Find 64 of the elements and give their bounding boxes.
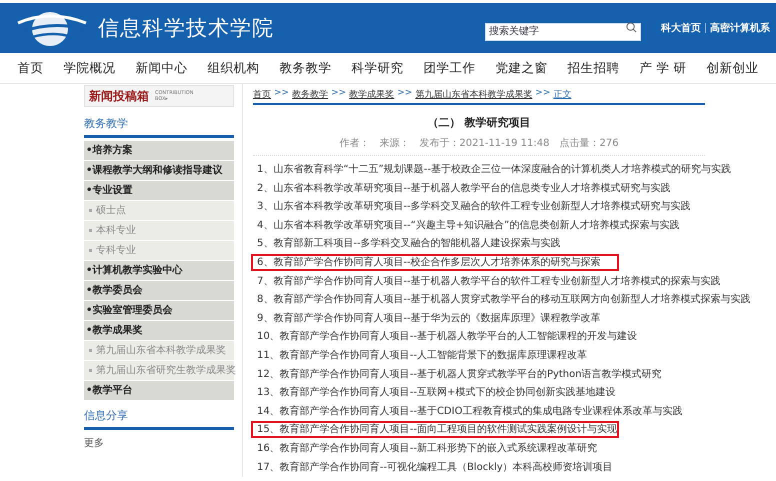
list-item: 14、教育部产学合作协同育人项目--基于CDIO工程教育模式的集成电路专业课程体系改革与实践 <box>256 404 684 419</box>
nav-link[interactable]: 教务教学 <box>270 60 342 76</box>
menu-item[interactable]: •实验室管理委员会 <box>84 301 234 320</box>
site-title: 信息科学技术学院 <box>98 15 274 42</box>
nav-link[interactable]: 创新创业 <box>696 60 768 76</box>
breadcrumb-separator: >> <box>397 88 412 100</box>
header-link[interactable]: 高密计算机系 <box>710 21 770 35</box>
search-icon[interactable] <box>626 22 637 33</box>
nav-link[interactable]: 学院概况 <box>54 60 126 76</box>
article-meta: 发布于：2021-11-19 11:48 <box>419 137 550 150</box>
menu-item[interactable]: •计算机教学实验中心 <box>84 261 234 280</box>
search-field[interactable]: 搜索关键字 <box>485 22 641 40</box>
bullet-icon <box>89 249 92 252</box>
nav-link[interactable]: 新闻中心 <box>126 60 198 76</box>
menu-item[interactable]: •课程教学大纲和修读指导建议 <box>84 161 234 180</box>
section-title: 教务教学 <box>84 114 234 138</box>
menu-item[interactable]: •培养方案 <box>84 141 234 160</box>
menu-item[interactable]: •教学委员会 <box>84 281 234 300</box>
article-meta: 来源： <box>379 136 410 150</box>
bullet-icon <box>89 209 92 212</box>
menu-item[interactable]: •教学成果奖 <box>84 321 234 340</box>
list-item: 9、教育部产学合作协同育人项目--基于华为云的《数据库原理》课程教学改革 <box>256 312 602 326</box>
breadcrumb-link[interactable]: 正文 <box>553 88 572 101</box>
nav-link[interactable]: 科学研究 <box>342 60 414 76</box>
breadcrumb-link[interactable]: 教学成果奖 <box>349 88 394 101</box>
article-title: （二） 教学研究项目 <box>426 115 532 131</box>
article-meta: 点击量：276 <box>560 136 619 150</box>
list-item: 10、教育部产学合作协同育人项目--基于机器人教学平台的人工智能课程的开发与建设 <box>256 330 638 344</box>
list-item: 8、教育部产学合作协同育人项目--基于机器人贯穿式教学平台的移动互联网方向创新型人才培养模式探索与实践 <box>256 292 752 308</box>
breadcrumb-separator: >> <box>331 88 346 100</box>
breadcrumb-link[interactable]: 首页 <box>253 88 271 101</box>
more-link[interactable]: 更多 <box>84 436 234 450</box>
breadcrumb-link[interactable]: 第九届山东省本科教学成果奖 <box>415 88 532 101</box>
list-item: 12、教育部产学合作协同育人项目--基于机器人贯穿式教学平台的Python语言教学模式研究 <box>256 368 663 382</box>
nav-link[interactable]: 产 学 研 <box>630 60 696 76</box>
list-item: 17、教育部产学合作协同育--可视化编程工具（Blockly）本科高校师资培训项目 <box>256 460 614 474</box>
list-item: 2、山东省本科教学改革研究项目--基于机器人教学平台的信息类专业人才培养模式研究与实践 <box>256 182 672 196</box>
bullet-icon <box>89 229 92 232</box>
bullet-icon <box>89 369 92 372</box>
breadcrumb-link[interactable]: 教务教学 <box>292 88 328 101</box>
list-item: 7、教育部产学合作协同育人项目--基于机器人教学平台的软件工程专业创新型人才培养模式的探索与实践 <box>256 274 722 289</box>
nav-link[interactable]: 团学工作 <box>414 60 486 76</box>
list-item: 4、山东省本科教学改革研究项目--“兴趣主导+知识融合”的信息类创新人才培养模式探索与实践 <box>256 218 680 233</box>
list-item: 16、教育部产学合作协同育人项目--新工科形势下的嵌入式系统课程改革研究 <box>256 442 598 456</box>
breadcrumb-separator: >> <box>274 88 290 100</box>
menu-item[interactable]: •教学平台 <box>84 381 234 400</box>
list-item: 11、教育部产学合作协同育人项目--人工智能背景下的数据库原理课程改革 <box>256 348 588 363</box>
nav-link[interactable]: 招生招聘 <box>558 60 630 76</box>
menu-item[interactable]: •专业设置 <box>84 181 234 200</box>
nav-link[interactable]: 党建之窗 <box>486 60 558 76</box>
list-item: 3、山东省本科教学改革研究项目--多学科交叉融合的软件工程专业创新型人才培养模式研究与实践 <box>256 200 692 214</box>
breadcrumb-separator: >> <box>535 88 550 100</box>
nav-link[interactable]: 组织机构 <box>198 60 270 76</box>
nav-link[interactable]: 首页 <box>8 60 54 76</box>
bullet-icon <box>89 349 92 352</box>
highlighted-list-item: 6、教育部产学合作协同育人项目--校企合作多层次人才培养体系的研究与探索 <box>251 254 619 271</box>
list-item: 13、教育部产学合作协同育人项目--互联网+模式下的校企协同创新实践基地建设 <box>256 386 616 400</box>
header-link[interactable]: 科大首页 <box>661 21 701 35</box>
article-meta: 作者： <box>339 136 370 150</box>
list-item: 1、山东省教育科学“十二五”规划课题--基于校政企三位一体深度融合的计算机类人才培养模式的研究与实践 <box>256 162 732 177</box>
list-item: 5、教育部新工科项目--多学科交叉融合的智能机器人建设探索与实践 <box>256 236 562 252</box>
banner-title: 新闻投稿箱 <box>89 88 149 104</box>
highlighted-list-item: 15、教育部产学合作协同育人项目--面向工程项目的软件测试实践案例设计与实现 <box>251 421 619 438</box>
section-title: 信息分享 <box>84 406 234 430</box>
